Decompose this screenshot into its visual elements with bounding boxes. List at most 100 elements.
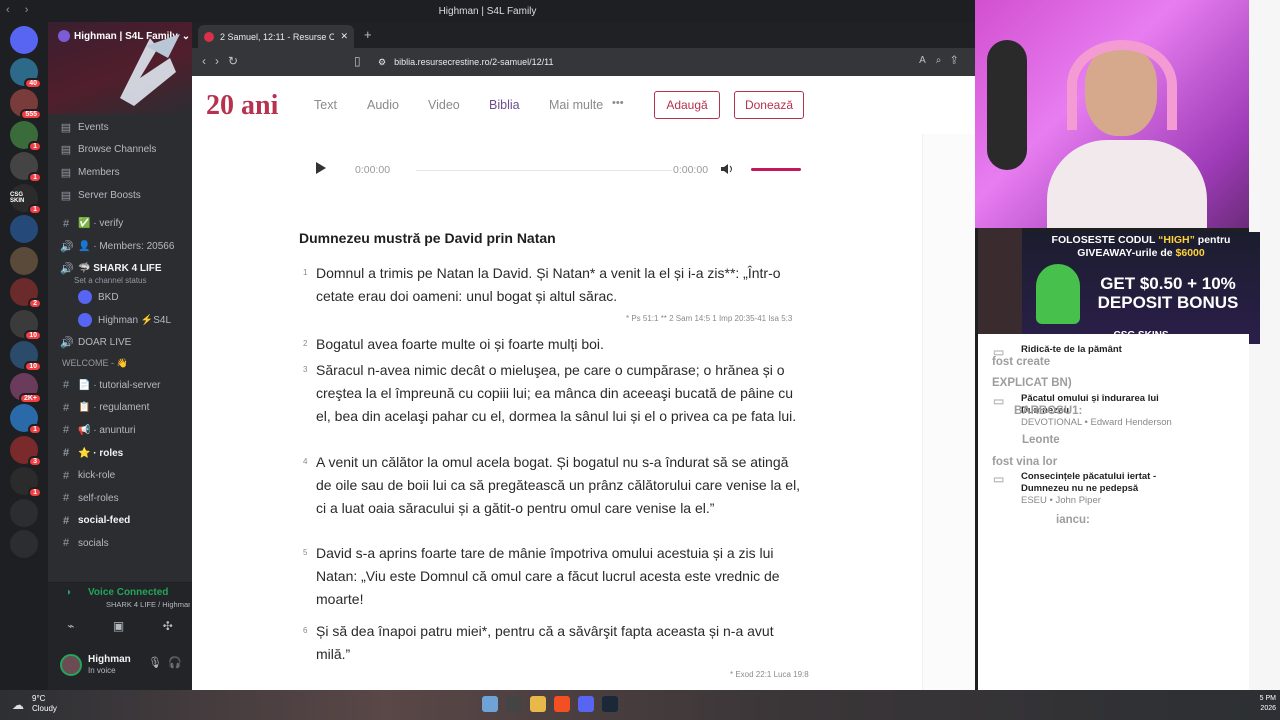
channel-item[interactable]: 🔊 DOAR LIVE: [48, 331, 192, 354]
site-logo-text: 20 ani: [206, 90, 278, 120]
cross-reference[interactable]: * Ps 51:1 ** 2 Sam 14:5 1 Imp 20:35-41 I…: [626, 314, 792, 323]
server-icon[interactable]: 40: [10, 57, 42, 89]
notification-badge: 1: [28, 487, 42, 498]
channel-item[interactable]: # socials: [48, 532, 192, 555]
chat-message: fost create: [992, 356, 1051, 368]
seek-bar[interactable]: [416, 170, 672, 171]
server-icon[interactable]: [10, 26, 38, 54]
channel-item[interactable]: 🔊 👤 · Members: 20566: [48, 235, 192, 258]
play-icon[interactable]: [316, 162, 326, 174]
site-info-icon[interactable]: ⚙: [378, 57, 386, 68]
channel-label: 📋 · regulament: [78, 402, 150, 414]
notification-badge: 2: [28, 298, 42, 309]
address-bar[interactable]: ⚙ biblia.resursecrestine.ro/2-samuel/12/…: [378, 52, 915, 72]
server-banner[interactable]: Highman | S4L Family ⌄: [48, 22, 192, 114]
channel-item[interactable]: # 📄 · tutorial-server: [48, 374, 192, 397]
url-text: biblia.resursecrestine.ro/2-samuel/12/11: [394, 57, 554, 67]
menu-item-browse-channels[interactable]: ▤ Browse Channels: [48, 139, 192, 162]
cross-reference[interactable]: * Exod 22:1 Luca 19:8: [730, 670, 809, 679]
browser-tab[interactable]: 2 Samuel, 12:11 - Resurse Creștine ✕: [198, 25, 354, 48]
back-icon[interactable]: ‹: [202, 54, 215, 68]
start-icon[interactable]: [482, 696, 498, 712]
verse: 1 Domnul a trimis pe Natan la David. Și N…: [303, 262, 803, 308]
add-button[interactable]: Adaugă: [654, 91, 720, 119]
activities-icon[interactable]: ✣: [163, 619, 173, 633]
noise-suppression-icon[interactable]: ⌁: [67, 619, 74, 633]
channel-item[interactable]: # ⭐ · roles: [48, 442, 192, 465]
nav-video[interactable]: Video: [428, 98, 460, 112]
user-status: In voice: [88, 666, 116, 675]
reload-icon[interactable]: ↻: [228, 54, 247, 68]
recommended-item[interactable]: Consecințele păcatului iertat - Dumnezeu…: [993, 471, 1191, 507]
server-icon[interactable]: [10, 530, 38, 558]
close-icon[interactable]: ✕: [340, 31, 348, 42]
site-logo[interactable]: 20 ani: [206, 88, 278, 120]
temperature: 9°C: [32, 694, 46, 703]
new-tab-button[interactable]: +: [364, 27, 372, 42]
brave-icon[interactable]: [554, 696, 570, 712]
video-icon: ▭: [993, 472, 1005, 486]
channel-item[interactable]: # ✅ · verify: [48, 212, 192, 235]
chat-message: iancu:: [1056, 514, 1090, 526]
discord-icon[interactable]: [578, 696, 594, 712]
channel-item[interactable]: # 📋 · regulament: [48, 397, 192, 420]
forward-icon[interactable]: ›: [215, 54, 228, 68]
weather-widget[interactable]: 9°C Cloudy: [32, 694, 57, 714]
server-icon[interactable]: 10: [10, 341, 42, 372]
voice-user[interactable]: BKD: [48, 286, 192, 309]
camera-icon[interactable]: ▣: [113, 619, 124, 633]
server-icon[interactable]: 555: [10, 89, 42, 120]
avatar: [78, 313, 92, 328]
window-nav-arrows[interactable]: ‹ ›: [6, 4, 34, 16]
bookmark-icon[interactable]: ▯: [354, 54, 361, 68]
server-icon[interactable]: 3: [10, 435, 42, 467]
server-icon[interactable]: 2: [10, 278, 42, 309]
nav-more[interactable]: Mai multe: [549, 98, 603, 112]
mic-icon[interactable]: 🎙: [148, 657, 168, 669]
menu-item-server-boosts[interactable]: ▤ Server Boosts: [48, 184, 192, 207]
boost-icon: ▤: [60, 189, 72, 202]
nav-audio[interactable]: Audio: [367, 98, 399, 112]
channel-item[interactable]: # social-feed: [48, 510, 192, 533]
volume-slider[interactable]: [751, 168, 801, 171]
chat-message: EXPLICAT BN): [992, 377, 1072, 389]
headphones-icon[interactable]: 🎧: [168, 657, 188, 669]
more-dots-icon[interactable]: •••: [612, 97, 624, 109]
channel-sidebar: Highman | S4L Family ⌄ ▤ Events ▤ Browse Ch…: [48, 22, 192, 690]
volume-icon[interactable]: [720, 162, 734, 176]
server-icon[interactable]: [10, 498, 38, 527]
files-icon[interactable]: [530, 696, 546, 712]
voice-user[interactable]: Highman ⚡S4L: [48, 309, 192, 332]
avatar[interactable]: [60, 654, 82, 676]
server-icon[interactable]: 2K+: [10, 372, 42, 404]
steam-icon[interactable]: [602, 696, 618, 712]
translate-icon[interactable]: A: [919, 55, 936, 66]
server-icon[interactable]: 1: [10, 152, 42, 183]
channel-item[interactable]: # self-roles: [48, 487, 192, 510]
verse-text: Și să dea înapoi patru miei*, pentru că …: [316, 623, 774, 662]
server-icon[interactable]: 1: [10, 467, 42, 498]
total-time: 0:00:00: [673, 164, 709, 176]
donate-button[interactable]: Donează: [734, 91, 804, 119]
search-icon[interactable]: [506, 696, 522, 712]
channel-status[interactable]: Set a channel status: [48, 274, 192, 286]
nav-text[interactable]: Text: [314, 98, 337, 112]
zoom-icon[interactable]: ⌕: [936, 55, 952, 66]
recommended-item[interactable]: Ridică-te de la pământ ▭: [993, 344, 1191, 358]
category-header[interactable]: WELCOME - 👋: [48, 354, 192, 374]
menu-item-events[interactable]: ▤ Events: [48, 116, 192, 139]
channel-item[interactable]: # kick-role: [48, 464, 192, 487]
server-icon[interactable]: 1: [10, 120, 42, 152]
menu-item-label: Server Boosts: [78, 189, 141, 201]
server-icon[interactable]: 10: [10, 309, 42, 341]
channel-item[interactable]: # 📢 · anunturi: [48, 419, 192, 442]
clock-date: 2026: [1260, 705, 1276, 712]
menu-item-members[interactable]: ▤ Members: [48, 161, 192, 184]
server-icon[interactable]: 1: [10, 404, 42, 435]
voice-channel-path[interactable]: SHARK 4 LIFE / Highman | S4L Fa...: [106, 600, 190, 609]
nav-biblia[interactable]: Biblia: [489, 98, 520, 112]
server-icon[interactable]: CSG SKIN 1: [10, 183, 42, 215]
server-icon[interactable]: [10, 215, 38, 243]
server-icon[interactable]: [10, 246, 38, 275]
share-icon[interactable]: ⇪: [951, 55, 967, 66]
